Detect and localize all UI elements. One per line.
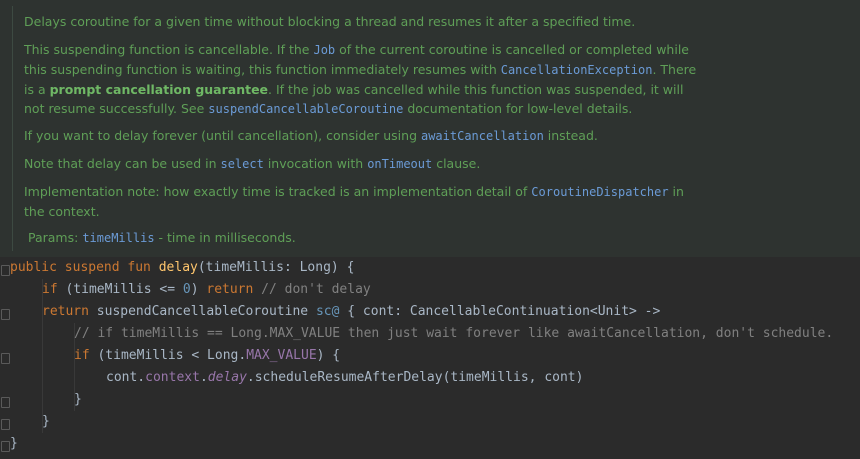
code-line-2[interactable]: if (timeMillis <= 0) return // don't del…: [42, 279, 371, 301]
code-line-9[interactable]: }: [10, 433, 18, 455]
fold-marker-icon[interactable]: [1, 265, 10, 276]
text-span: This suspending function is cancellable.…: [24, 42, 314, 57]
code-token: (timeMillis: Long) {: [197, 260, 355, 275]
params-label: Params:: [28, 230, 83, 245]
doc-summary: Delays coroutine for a given time withou…: [24, 12, 704, 31]
code-editor[interactable]: public suspend fun delay(timeMillis: Lon…: [0, 257, 860, 459]
code-token: }: [10, 436, 18, 451]
documentation-popup: Delays coroutine for a given time withou…: [0, 0, 860, 257]
code-token: ): [190, 282, 207, 297]
code-line-3[interactable]: return suspendCancellableCoroutine sc@ {…: [42, 301, 660, 323]
code-token: }: [74, 392, 82, 407]
coroutine-dispatcher-link[interactable]: CoroutineDispatcher: [531, 185, 668, 199]
doc-delay-forever-paragraph: If you want to delay forever (until canc…: [24, 126, 704, 146]
text-span: clause.: [432, 156, 481, 171]
fold-marker-icon[interactable]: [1, 419, 10, 430]
code-line-8[interactable]: }: [42, 411, 50, 433]
code-line-4[interactable]: // if timeMillis == Long.MAX_VALUE then …: [74, 323, 833, 345]
code-extension-property: delay: [207, 370, 247, 385]
fold-marker-icon[interactable]: [1, 309, 10, 320]
code-constant: MAX_VALUE: [246, 348, 317, 363]
code-token: return: [42, 304, 89, 319]
doc-params: Params: timeMillis - time in millisecond…: [28, 228, 296, 248]
text-span: documentation for low-level details.: [403, 101, 633, 116]
code-token: if: [42, 282, 58, 297]
text-span: Implementation note: how exactly time is…: [24, 184, 532, 199]
doc-implementation-paragraph: Implementation note: how exactly time is…: [24, 182, 704, 221]
code-token: }: [42, 414, 50, 429]
param-description: - time in milliseconds.: [154, 230, 296, 245]
code-property: context: [145, 370, 200, 385]
param-name-link[interactable]: timeMillis: [82, 231, 154, 245]
prompt-cancellation-emphasis: prompt cancellation guarantee: [49, 82, 269, 97]
code-token: .: [199, 370, 208, 385]
number-literal: 0: [182, 282, 191, 297]
code-token: public suspend fun: [10, 260, 159, 275]
code-token: .scheduleResumeAfterDelay(timeMillis, co…: [246, 370, 584, 385]
job-link[interactable]: Job: [313, 43, 335, 57]
doc-left-border: [12, 6, 13, 251]
code-token: cont.: [106, 370, 146, 385]
on-timeout-link[interactable]: onTimeout: [367, 157, 432, 171]
doc-cancellation-paragraph: This suspending function is cancellable.…: [24, 40, 704, 119]
doc-select-paragraph: Note that delay can be used in select in…: [24, 154, 704, 174]
code-label: sc@: [315, 304, 340, 319]
code-line-7[interactable]: }: [74, 389, 82, 411]
code-token: (timeMillis <=: [57, 282, 183, 297]
fold-marker-icon[interactable]: [1, 353, 10, 364]
function-name: delay: [158, 260, 198, 275]
doc-summary-text: Delays coroutine for a given time withou…: [24, 14, 636, 29]
code-token: { cont: CancellableContinuation<Unit> ->: [339, 304, 661, 319]
code-comment: // don't delay: [253, 282, 371, 297]
fold-marker-icon[interactable]: [1, 441, 10, 452]
select-link[interactable]: select: [220, 157, 263, 171]
code-token: suspendCancellableCoroutine: [88, 304, 316, 319]
code-token: ) {: [316, 348, 341, 363]
code-token: if: [74, 348, 90, 363]
code-line-5[interactable]: if (timeMillis < Long.MAX_VALUE) {: [74, 345, 340, 367]
fold-marker-icon[interactable]: [1, 397, 10, 408]
code-comment: // if timeMillis == Long.MAX_VALUE then …: [74, 326, 834, 341]
cancellation-exception-link[interactable]: CancellationException: [501, 63, 653, 77]
code-token: (timeMillis < Long.: [89, 348, 247, 363]
text-span: Note that delay can be used in: [24, 156, 221, 171]
suspend-cancellable-coroutine-link[interactable]: suspendCancellableCoroutine: [208, 102, 403, 116]
await-cancellation-link[interactable]: awaitCancellation: [421, 129, 544, 143]
text-span: invocation with: [263, 156, 368, 171]
text-span: instead.: [543, 128, 598, 143]
text-span: If you want to delay forever (until canc…: [24, 128, 421, 143]
code-line-6[interactable]: cont.context.delay.scheduleResumeAfterDe…: [106, 367, 583, 389]
code-token: return: [206, 282, 254, 297]
code-line-1[interactable]: public suspend fun delay(timeMillis: Lon…: [10, 257, 354, 279]
